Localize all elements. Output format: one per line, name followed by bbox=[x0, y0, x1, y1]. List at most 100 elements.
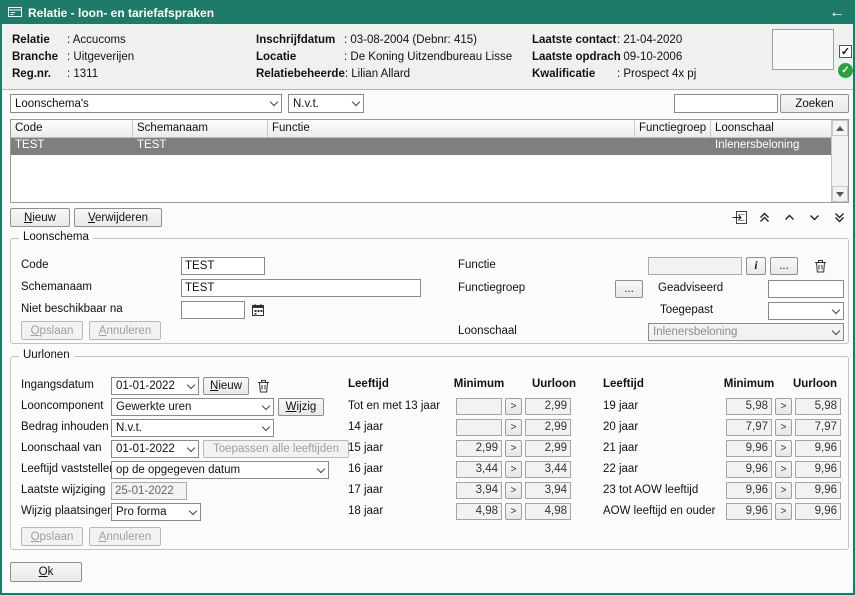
minimum-field[interactable]: 9,96 bbox=[726, 482, 772, 499]
leeftijd-vaststellen-select[interactable]: op de opgegeven datum bbox=[111, 461, 329, 479]
minimum-field[interactable]: 2,99 bbox=[456, 440, 502, 457]
functie-browse-button[interactable]: ... bbox=[770, 257, 798, 275]
loonschaal-van-select[interactable]: 01-01-2022 bbox=[111, 440, 199, 458]
schemanaam-input[interactable] bbox=[181, 279, 421, 297]
annuleren-label: Annuleren bbox=[99, 325, 151, 337]
apply-minimum-button[interactable]: > bbox=[775, 482, 792, 499]
zoeken-label: Zoeken bbox=[795, 98, 833, 110]
uurloon-field[interactable]: 7,97 bbox=[795, 419, 841, 436]
chevron-down-icon bbox=[183, 441, 198, 457]
column-header-loonschaal[interactable]: Loonschaal bbox=[711, 120, 831, 137]
apply-minimum-button[interactable]: > bbox=[775, 503, 792, 520]
niet-beschikbaar-input[interactable] bbox=[181, 301, 245, 319]
apply-minimum-button[interactable]: > bbox=[775, 461, 792, 478]
minimum-field[interactable]: 9,96 bbox=[726, 440, 772, 457]
bedrag-inhouden-select[interactable]: N.v.t. bbox=[111, 419, 274, 437]
zoeken-button[interactable]: Zoeken bbox=[780, 94, 849, 113]
apply-minimum-button[interactable]: > bbox=[505, 503, 522, 520]
toepassen-alle-leeftijden-button[interactable]: Toepassen alle leeftijden bbox=[203, 440, 349, 458]
uurloon-field[interactable]: 3,44 bbox=[525, 461, 571, 478]
functie-info-button[interactable]: i bbox=[746, 257, 766, 275]
minimum-field[interactable]: 4,98 bbox=[456, 503, 502, 520]
apply-minimum-button[interactable]: > bbox=[505, 482, 522, 499]
apply-minimum-button[interactable]: > bbox=[775, 419, 792, 436]
minimum-field[interactable]: 7,97 bbox=[726, 419, 772, 436]
uurloon-field[interactable]: 9,96 bbox=[795, 482, 841, 499]
geadviseerd-input[interactable] bbox=[768, 280, 844, 298]
uurlonen-nieuw-button[interactable]: Nieuw bbox=[203, 377, 249, 395]
regnr-label: Reg.nr. bbox=[12, 68, 67, 80]
scrollbar-track[interactable] bbox=[832, 136, 848, 186]
apply-minimum-button[interactable]: > bbox=[775, 440, 792, 457]
uurloon-field[interactable]: 9,96 bbox=[795, 440, 841, 457]
scroll-up-button[interactable] bbox=[832, 120, 848, 136]
record-navigation bbox=[731, 209, 848, 226]
age-row: 19 jaar 5,98 > 5,98 bbox=[603, 398, 848, 415]
list-scrollbar[interactable] bbox=[831, 120, 848, 202]
loonschema-annuleren-button[interactable]: Annuleren bbox=[89, 321, 161, 340]
uurloon-field[interactable]: 2,99 bbox=[525, 440, 571, 457]
schema-type-select[interactable]: Loonschema's bbox=[10, 94, 282, 113]
uurlonen-nieuw-label: Nieuw bbox=[210, 380, 242, 392]
uurlonen-annuleren-button[interactable]: Annuleren bbox=[89, 527, 161, 546]
minimum-field[interactable]: 3,44 bbox=[456, 461, 502, 478]
column-header-code[interactable]: Code bbox=[11, 120, 133, 137]
uurloon-field[interactable]: 5,98 bbox=[795, 398, 841, 415]
toegepast-select[interactable] bbox=[768, 302, 844, 320]
uurloon-field[interactable]: 4,98 bbox=[525, 503, 571, 520]
apply-minimum-button[interactable]: > bbox=[505, 440, 522, 457]
search-input[interactable] bbox=[674, 94, 778, 113]
minimum-field[interactable]: 9,96 bbox=[726, 461, 772, 478]
scroll-down-icon[interactable] bbox=[806, 209, 823, 226]
filter-select[interactable]: N.v.t. bbox=[288, 94, 364, 113]
loonschema-opslaan-button[interactable]: Opslaan bbox=[21, 321, 83, 340]
flag-checkbox[interactable]: ✓ bbox=[839, 45, 852, 58]
ok-button[interactable]: Ok bbox=[10, 562, 82, 582]
minimum-field[interactable]: 3,94 bbox=[456, 482, 502, 499]
apply-minimum-button[interactable]: > bbox=[505, 398, 522, 415]
export-icon[interactable] bbox=[731, 209, 748, 226]
column-header-functiegroep[interactable]: Functiegroep bbox=[635, 120, 711, 137]
scroll-bottom-icon[interactable] bbox=[831, 209, 848, 226]
looncomponent-select[interactable]: Gewerkte uren bbox=[111, 398, 274, 416]
apply-minimum-button[interactable]: > bbox=[505, 461, 522, 478]
functie-trash-icon[interactable] bbox=[811, 257, 829, 275]
uurloon-field[interactable]: 3,94 bbox=[525, 482, 571, 499]
scroll-up-icon[interactable] bbox=[781, 209, 798, 226]
ingangsdatum-select[interactable]: 01-01-2022 bbox=[111, 377, 199, 395]
uurloon-field[interactable]: 9,96 bbox=[795, 461, 841, 478]
verwijderen-button[interactable]: Verwijderen bbox=[74, 208, 162, 227]
nieuw-button[interactable]: Nieuw bbox=[10, 208, 70, 227]
functiegroep-browse-button[interactable]: ... bbox=[615, 280, 643, 298]
back-button[interactable]: ← bbox=[829, 5, 845, 21]
kwalificatie-value: : Prospect 4x pj bbox=[617, 68, 696, 80]
functie-input[interactable] bbox=[648, 257, 742, 275]
scroll-top-icon[interactable] bbox=[756, 209, 773, 226]
column-header-schemanaam[interactable]: Schemanaam bbox=[133, 120, 268, 137]
uurloon-field[interactable]: 2,99 bbox=[525, 419, 571, 436]
loonschaal-select[interactable]: Inlenersbeloning bbox=[648, 323, 844, 341]
minimum-field[interactable]: 9,96 bbox=[726, 503, 772, 520]
wijzig-button[interactable]: Wijzig bbox=[278, 398, 324, 416]
relatiebeheerder-label: Relatiebeheerde bbox=[256, 68, 345, 80]
uurloon-field[interactable]: 2,99 bbox=[525, 398, 571, 415]
ingangsdatum-trash-icon[interactable] bbox=[254, 377, 272, 395]
minimum-field[interactable] bbox=[456, 398, 502, 415]
age-row: 20 jaar 7,97 > 7,97 bbox=[603, 419, 848, 436]
scroll-down-button[interactable] bbox=[832, 186, 848, 202]
column-header-functie[interactable]: Functie bbox=[268, 120, 635, 137]
apply-minimum-button[interactable]: > bbox=[775, 398, 792, 415]
uurloon-field[interactable]: 9,96 bbox=[795, 503, 841, 520]
apply-minimum-button[interactable]: > bbox=[505, 419, 522, 436]
looncomponent-value: Gewerkte uren bbox=[112, 401, 258, 413]
calendar-icon[interactable] bbox=[249, 301, 267, 319]
code-input[interactable] bbox=[181, 257, 265, 275]
uurlonen-legend: Uurlonen bbox=[19, 349, 74, 361]
age-label: 15 jaar bbox=[348, 442, 383, 454]
minimum-field[interactable] bbox=[456, 419, 502, 436]
relation-col-1: Relatie: Accucoms Branche: Uitgeverijen … bbox=[12, 31, 147, 82]
table-row[interactable]: TEST TEST Inlenersbeloning bbox=[11, 138, 831, 155]
uurlonen-opslaan-button[interactable]: Opslaan bbox=[21, 527, 83, 546]
minimum-field[interactable]: 5,98 bbox=[726, 398, 772, 415]
wijzig-plaatsingen-select[interactable]: Pro forma bbox=[111, 503, 201, 521]
